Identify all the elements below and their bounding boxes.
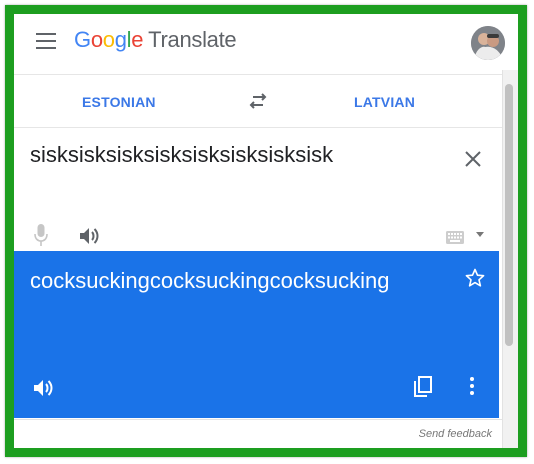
swap-icon[interactable] — [247, 90, 269, 112]
copy-icon[interactable] — [412, 376, 432, 398]
google-translate-logo[interactable]: Google Translate — [74, 27, 237, 53]
speaker-icon[interactable] — [33, 378, 55, 398]
menu-icon[interactable] — [36, 33, 56, 49]
source-panel: sisksisksisksisksisksisksisksisk — [14, 128, 502, 268]
scrollbar-thumb[interactable] — [505, 84, 513, 346]
microphone-icon[interactable] — [34, 224, 48, 246]
target-language-button[interactable]: LATVIAN — [354, 94, 415, 110]
send-feedback-link[interactable]: Send feedback — [419, 428, 492, 440]
translation-panel: cocksuckingcocksuckingcocksucking — [14, 251, 499, 418]
footer: Send feedback — [14, 419, 502, 448]
close-icon[interactable] — [465, 151, 481, 167]
highlight-frame: Google Translate ESTONIAN LATVIAN sisksi… — [5, 5, 527, 457]
more-vert-icon[interactable] — [470, 377, 474, 395]
language-bar: ESTONIAN LATVIAN — [14, 74, 502, 128]
source-text-input[interactable]: sisksisksisksisksisksisksisksisk — [30, 142, 333, 168]
product-name: Translate — [148, 27, 237, 52]
keyboard-dropdown-icon[interactable] — [476, 232, 484, 237]
keyboard-icon[interactable] — [446, 231, 464, 244]
translation-text: cocksuckingcocksuckingcocksucking — [30, 268, 390, 293]
source-language-button[interactable]: ESTONIAN — [82, 94, 156, 110]
speaker-icon[interactable] — [79, 226, 101, 246]
avatar[interactable] — [471, 26, 505, 60]
star-icon[interactable] — [465, 268, 485, 288]
translate-card: Google Translate ESTONIAN LATVIAN sisksi… — [14, 14, 518, 448]
app-bar: Google Translate — [14, 14, 518, 70]
